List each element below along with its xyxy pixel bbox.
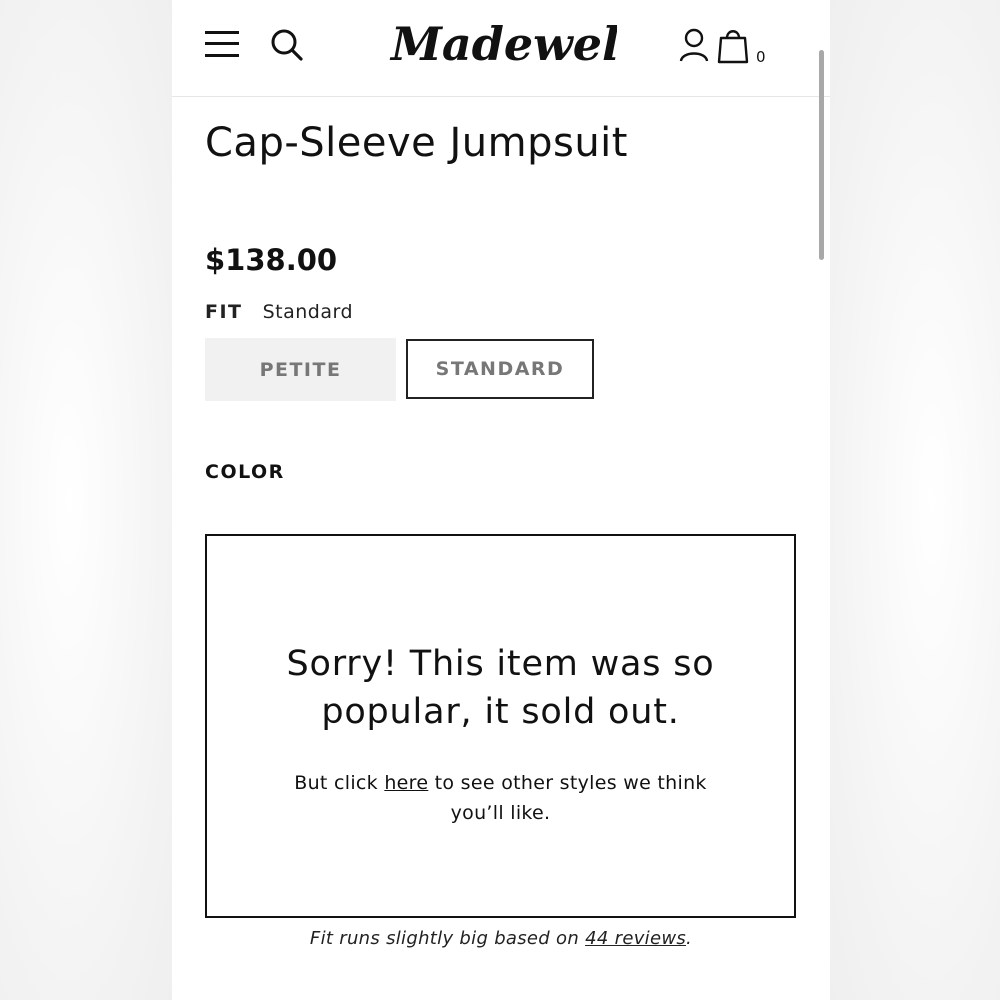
sold-out-message-text: But click [294, 772, 385, 794]
fit-review-note: Fit runs slightly big based on 44 review… [172, 928, 830, 949]
sold-out-heading: Sorry! This item was so popular, it sold… [207, 640, 794, 736]
bag-count: 0 [756, 48, 766, 66]
sold-out-message: But click here to see other styles we th… [267, 768, 734, 828]
product-title: Cap-Sleeve Jumpsuit [205, 120, 628, 166]
fit-option-petite-button[interactable]: PETITE [205, 338, 396, 401]
bag-icon[interactable] [717, 26, 749, 64]
sold-out-heading-line: popular, it sold out. [321, 692, 680, 732]
site-header: Madewell 0 [172, 0, 830, 97]
page-backdrop-left [0, 0, 172, 1000]
fit-note-text: Fit runs slightly big based on [309, 928, 586, 949]
reviews-link[interactable]: 44 reviews [585, 928, 686, 949]
fit-label: FIT [205, 301, 243, 323]
sold-out-heading-line: Sorry! This item was so [286, 644, 715, 684]
fit-selected-value: Standard [262, 301, 353, 323]
page-backdrop-right [830, 0, 1000, 1000]
fit-row: FIT Standard [205, 301, 353, 323]
sold-out-message-text: you’ll like. [450, 802, 551, 824]
color-label: COLOR [205, 461, 285, 483]
sold-out-message-text: to see other styles we think [428, 772, 707, 794]
product-price: $138.00 [205, 243, 338, 277]
madewell-logo[interactable]: Madewell [387, 10, 617, 80]
svg-text:Madewell: Madewell [389, 17, 617, 71]
scrollbar[interactable] [819, 50, 824, 260]
search-icon[interactable] [270, 28, 304, 62]
fit-note-suffix: . [686, 928, 693, 949]
menu-icon[interactable] [205, 30, 239, 58]
sold-out-notice: Sorry! This item was so popular, it sold… [205, 534, 796, 918]
fit-option-standard-button[interactable]: STANDARD [406, 339, 594, 399]
other-styles-link[interactable]: here [384, 772, 428, 794]
account-icon[interactable] [678, 28, 710, 62]
mobile-screen: Madewell 0 Cap-Sleeve Jumpsuit $138.00 F… [172, 0, 830, 1000]
